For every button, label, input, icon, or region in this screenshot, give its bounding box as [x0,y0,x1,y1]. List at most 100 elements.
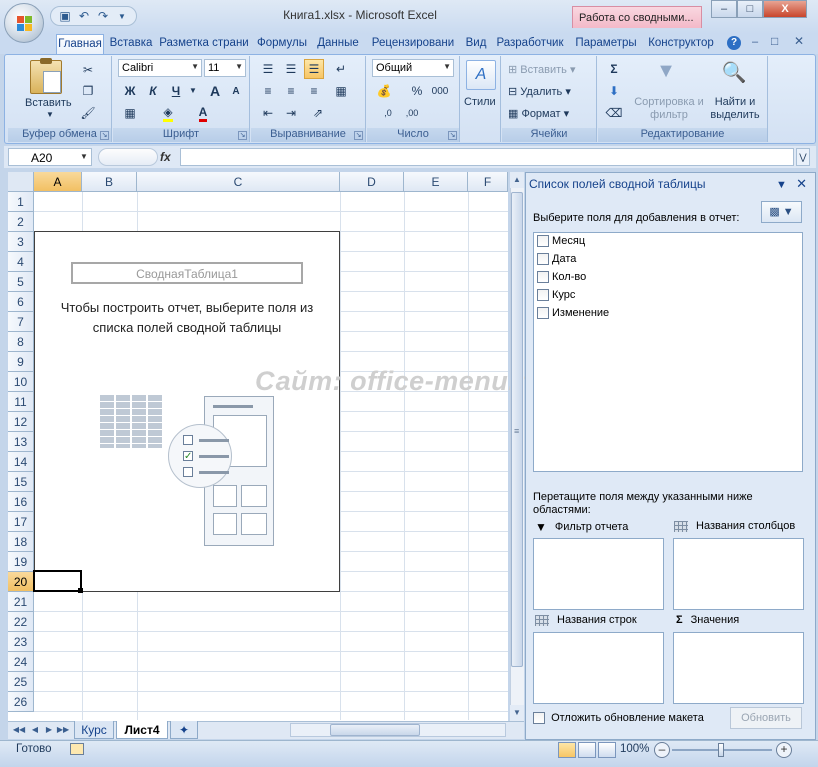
row-header[interactable]: 12 [8,412,34,432]
alignment-launcher-icon[interactable]: ↘ [354,131,363,140]
styles-icon[interactable]: A [466,60,496,90]
field-list-layout-button[interactable]: ▩ ▼ [761,201,802,223]
ribbon-close-icon[interactable]: ✕ [794,34,804,48]
copy-icon[interactable]: ❐ [78,81,98,101]
panel-menu-icon[interactable]: ▼ [776,179,787,191]
fill-color-icon[interactable]: ◈ [158,103,178,123]
save-icon[interactable]: ▣ [57,8,73,24]
row-header[interactable]: 4 [8,252,34,272]
defer-layout-update[interactable]: Отложить обновление макета [533,712,704,724]
fill-icon[interactable]: ⬇ [604,81,624,101]
row-header[interactable]: 5 [8,272,34,292]
redo-icon[interactable]: ↷ [95,8,111,24]
zoom-slider-knob[interactable] [718,743,724,757]
tab-review[interactable]: Рецензировани [366,34,460,54]
row-header[interactable]: 22 [8,612,34,632]
zoom-in-icon[interactable]: + [776,742,792,758]
column-header-a[interactable]: A [34,172,82,192]
sheet-tab-kurs[interactable]: Курс [74,721,114,739]
percent-button[interactable]: % [407,81,427,101]
borders-icon[interactable]: ▦ [120,103,140,123]
zoom-level[interactable]: 100% [620,743,649,755]
increase-decimal-icon[interactable]: ,0 [378,103,398,123]
field-item-change[interactable]: Изменение [537,305,609,321]
row-header[interactable]: 6 [8,292,34,312]
align-middle-icon[interactable]: ☰ [281,59,301,79]
select-all-corner[interactable] [8,172,34,192]
page-layout-view-icon[interactable] [578,742,596,758]
font-color-icon[interactable]: A [193,103,213,123]
selected-cell-a20[interactable] [33,570,82,592]
clear-icon[interactable]: ⌫ [604,103,624,123]
clipboard-launcher-icon[interactable]: ↘ [100,131,109,140]
row-header[interactable]: 8 [8,332,34,352]
row-header[interactable]: 9 [8,352,34,372]
row-labels-drop-area[interactable] [533,632,664,704]
font-size-select[interactable]: 11 ▼ [204,59,246,77]
row-header[interactable]: 21 [8,592,34,612]
zoom-out-icon[interactable]: – [654,742,670,758]
tab-formulas[interactable]: Формулы [253,34,311,54]
sheet-tab-list4[interactable]: Лист4 [116,721,168,739]
field-item-month[interactable]: Месяц [537,233,585,249]
tab-data[interactable]: Данные [313,34,363,54]
tab-options[interactable]: Параметры [571,34,641,54]
scroll-down-icon[interactable]: ▼ [510,705,524,721]
insert-function-button[interactable]: fx [160,150,171,164]
row-header[interactable]: 2 [8,212,34,232]
cut-icon[interactable]: ✂ [78,60,98,80]
column-header-c[interactable]: C [137,172,340,192]
close-button[interactable]: X [763,0,807,18]
row-header[interactable]: 26 [8,692,34,712]
number-format-select[interactable]: Общий ▼ [372,59,454,77]
find-select-label[interactable]: Найти и выделить [704,96,766,122]
first-sheet-icon[interactable]: ◀◀ [12,723,26,737]
scroll-up-icon[interactable]: ▲ [510,172,524,188]
row-header[interactable]: 3 [8,232,34,252]
maximize-button[interactable]: □ [737,0,763,18]
align-bottom-icon[interactable]: ☰ [304,59,324,79]
defer-update-checkbox[interactable] [533,712,545,724]
number-launcher-icon[interactable]: ↘ [448,131,457,140]
expand-formula-bar-icon[interactable]: ⋁ [796,148,810,166]
align-right-icon[interactable]: ≡ [304,81,324,101]
row-header[interactable]: 19 [8,552,34,572]
tab-home[interactable]: Главная [56,34,104,55]
align-top-icon[interactable]: ☰ [258,59,278,79]
row-header[interactable]: 18 [8,532,34,552]
tab-page-layout[interactable]: Разметка страни [158,34,250,54]
font-name-select[interactable]: Calibri ▼ [118,59,202,77]
panel-splitter-icon[interactable]: ≡ [514,426,522,436]
office-button[interactable] [4,3,44,43]
field-item-date[interactable]: Дата [537,251,576,267]
column-header-f[interactable]: F [468,172,508,192]
field-checkbox[interactable] [537,235,549,247]
page-break-view-icon[interactable] [598,742,616,758]
column-header-e[interactable]: E [404,172,468,192]
row-header[interactable]: 10 [8,372,34,392]
currency-icon[interactable]: 💰 [374,81,394,101]
paste-icon[interactable] [30,58,62,94]
row-header[interactable]: 14 [8,452,34,472]
fill-handle[interactable] [78,588,83,593]
next-sheet-icon[interactable]: ▶ [42,723,56,737]
pivot-table-placeholder[interactable] [34,231,340,592]
last-sheet-icon[interactable]: ▶▶ [56,723,70,737]
underline-button[interactable]: Ч [166,81,186,101]
values-drop-area[interactable] [673,632,804,704]
tab-design[interactable]: Конструктор [643,34,719,54]
paste-dropdown-icon[interactable]: ▼ [46,110,54,119]
merge-center-icon[interactable]: ▦ [331,81,351,101]
font-launcher-icon[interactable]: ↘ [238,131,247,140]
orientation-icon[interactable]: ⇗ [308,103,328,123]
find-select-icon[interactable]: 🔍 [720,60,748,88]
bold-button[interactable]: Ж [120,81,140,101]
tab-view[interactable]: Вид [462,34,490,54]
panel-close-icon[interactable]: ✕ [796,176,807,191]
report-filter-drop-area[interactable] [533,538,664,610]
field-item-rate[interactable]: Курс [537,287,575,303]
formula-bar-splitter[interactable] [98,148,158,166]
column-header-b[interactable]: B [82,172,137,192]
undo-icon[interactable]: ↶ [76,8,92,24]
thousands-button[interactable]: 000 [430,81,450,101]
